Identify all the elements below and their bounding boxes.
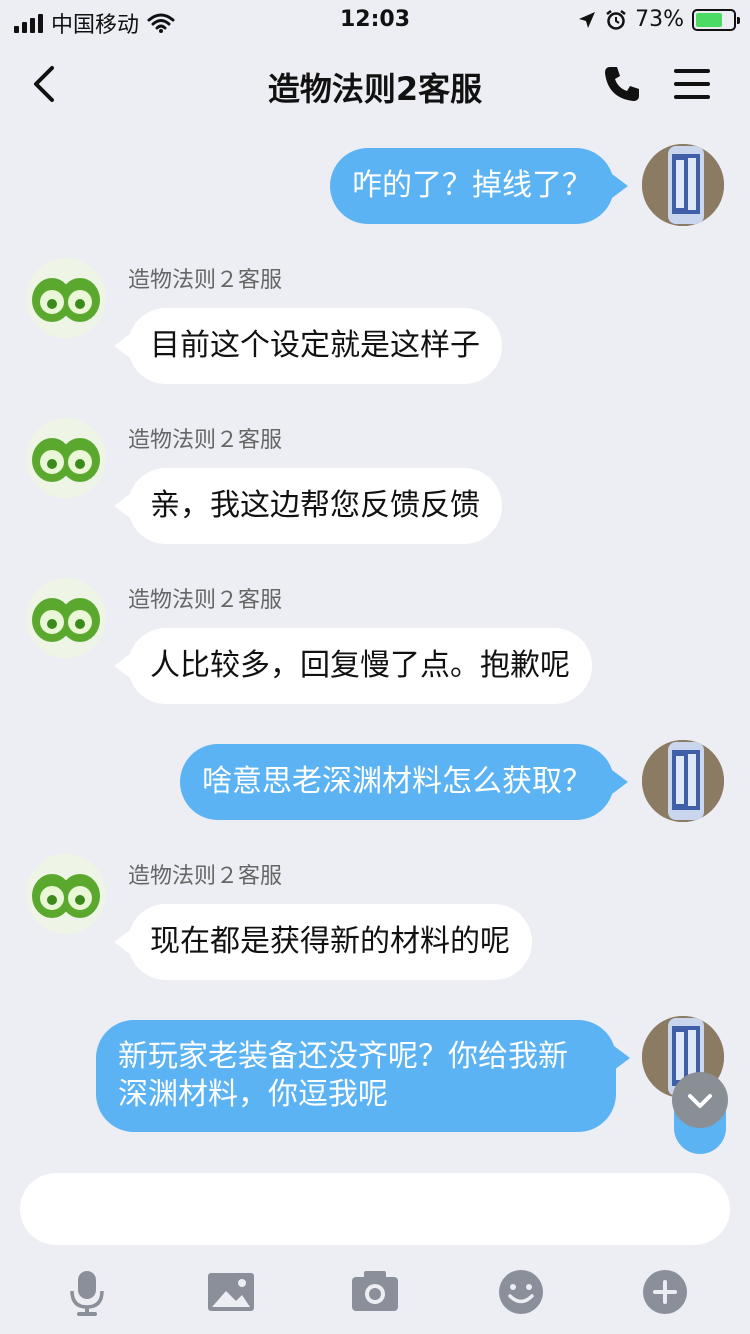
user-avatar-image <box>642 144 724 226</box>
message-bubble-incoming[interactable]: 亲，我这边帮您反馈反馈 <box>114 468 502 544</box>
status-bar: 中国移动 12:03 73% <box>0 0 750 40</box>
message-bubble-incoming[interactable]: 现在都是获得新的材料的呢 <box>114 904 532 980</box>
sender-name: 造物法则２客服 <box>128 864 283 889</box>
sender-name: 造物法则２客服 <box>128 428 283 453</box>
camera-icon[interactable] <box>350 1267 400 1317</box>
menu-icon[interactable] <box>672 66 712 102</box>
message-bubble-outgoing[interactable]: 新玩家老装备还没齐呢？你给我新深渊材料，你逗我呢 <box>96 1020 630 1132</box>
user-avatar[interactable] <box>642 740 724 822</box>
sender-name: 造物法则２客服 <box>128 588 283 613</box>
bot-avatar-image <box>26 854 106 934</box>
bot-avatar-image <box>26 258 106 338</box>
message-bubble-incoming[interactable]: 人比较多，回复慢了点。抱歉呢 <box>114 628 592 704</box>
input-area <box>0 1155 750 1334</box>
chevron-down-icon <box>688 1094 712 1108</box>
battery-fill <box>696 12 723 27</box>
bot-avatar[interactable] <box>26 578 106 658</box>
bot-avatar[interactable] <box>26 854 106 934</box>
bot-avatar-image <box>26 418 106 498</box>
status-right: 73% <box>577 7 740 32</box>
message-bubble-outgoing[interactable]: 咋的了？掉线了？ <box>330 148 628 224</box>
scroll-to-bottom-button[interactable] <box>672 1072 728 1128</box>
bot-avatar[interactable] <box>26 258 106 338</box>
nav-bar: 造物法则2客服 <box>0 40 750 128</box>
bot-avatar-image <box>26 578 106 658</box>
message-input[interactable] <box>20 1173 730 1245</box>
message-bubble-outgoing[interactable]: 啥意思老深渊材料怎么获取？ <box>180 744 628 820</box>
phone-icon[interactable] <box>602 64 642 104</box>
emoji-icon[interactable] <box>496 1267 546 1317</box>
user-avatar[interactable] <box>642 144 724 226</box>
user-avatar-image <box>642 740 724 822</box>
bot-avatar[interactable] <box>26 418 106 498</box>
message-bubble-incoming[interactable]: 目前这个设定就是这样子 <box>114 308 502 384</box>
image-icon[interactable] <box>206 1267 256 1317</box>
alarm-icon <box>606 9 626 30</box>
battery-icon <box>692 8 740 31</box>
plus-icon[interactable] <box>640 1267 690 1317</box>
location-arrow-icon <box>579 11 596 28</box>
microphone-icon[interactable] <box>62 1267 112 1317</box>
sender-name: 造物法则２客服 <box>128 268 283 293</box>
battery-percent: 73% <box>635 7 684 32</box>
